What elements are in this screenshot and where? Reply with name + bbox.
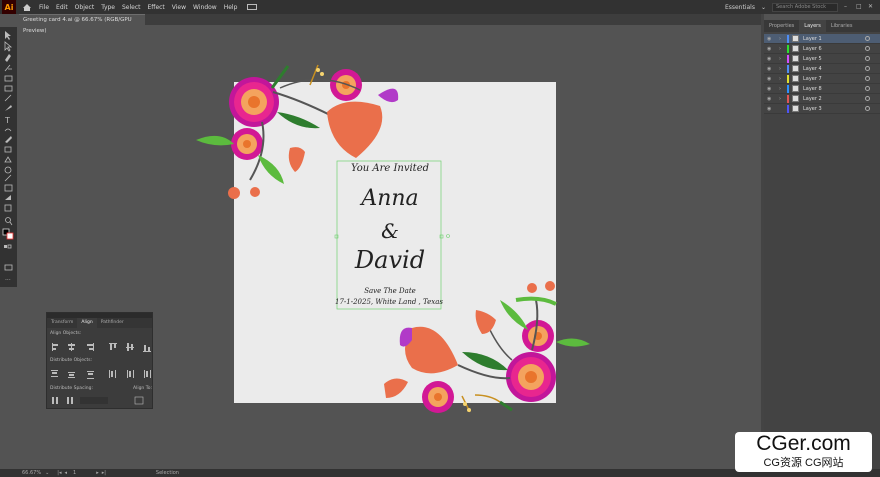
distribute-spacing-buttons[interactable] bbox=[47, 394, 154, 408]
layer-thumbnail bbox=[792, 105, 799, 112]
tab-libraries[interactable]: Libraries bbox=[826, 20, 858, 32]
target-circle-icon[interactable] bbox=[865, 56, 870, 61]
layer-name[interactable]: Layer 2 bbox=[803, 96, 865, 102]
watermark-title: CGer.com bbox=[756, 432, 851, 455]
layer-color-swatch bbox=[787, 84, 789, 93]
layer-color-swatch bbox=[787, 54, 789, 63]
align-objects-label: Align Objects: bbox=[50, 331, 82, 336]
ampersand[interactable]: & bbox=[340, 218, 440, 244]
align-panel-tabs: Transform Align Pathfinder bbox=[47, 318, 152, 328]
prev-page-icon[interactable]: ◂ bbox=[64, 470, 67, 476]
visibility-eye-icon[interactable]: ◉ bbox=[767, 76, 775, 82]
distribute-objects-buttons[interactable] bbox=[47, 366, 154, 382]
layer-thumbnail bbox=[792, 65, 799, 72]
align-panel: Transform Align Pathfinder Align Objects… bbox=[46, 312, 153, 409]
target-circle-icon[interactable] bbox=[865, 86, 870, 91]
visibility-eye-icon[interactable]: ◉ bbox=[767, 36, 775, 42]
layer-name[interactable]: Layer 5 bbox=[803, 56, 865, 62]
layer-color-swatch bbox=[787, 34, 789, 43]
visibility-eye-icon[interactable]: ◉ bbox=[767, 86, 775, 92]
watermark-badge: CGer.com CG资源 CG网站 bbox=[735, 432, 872, 472]
layer-thumbnail bbox=[792, 75, 799, 82]
layer-row[interactable]: ◉ › Layer 5 bbox=[764, 54, 880, 64]
layer-thumbnail bbox=[792, 45, 799, 52]
layer-color-swatch bbox=[787, 94, 789, 103]
page-number[interactable]: 1 bbox=[73, 470, 76, 476]
tab-layers[interactable]: Layers bbox=[799, 20, 826, 32]
first-page-icon[interactable]: |◂ bbox=[57, 470, 61, 476]
target-circle-icon[interactable] bbox=[865, 66, 870, 71]
target-circle-icon[interactable] bbox=[865, 96, 870, 101]
expand-chevron-icon[interactable]: › bbox=[779, 96, 785, 102]
watermark-subtitle: CG资源 CG网站 bbox=[763, 457, 844, 469]
target-circle-icon[interactable] bbox=[865, 76, 870, 81]
next-page-icon[interactable]: ▸ bbox=[96, 470, 99, 476]
flower-big-tl bbox=[229, 77, 279, 127]
target-circle-icon[interactable] bbox=[865, 106, 870, 111]
expand-chevron-icon[interactable]: › bbox=[779, 76, 785, 82]
target-circle-icon[interactable] bbox=[865, 46, 870, 51]
layer-row[interactable]: ◉ › Layer 8 bbox=[764, 84, 880, 94]
layer-name[interactable]: Layer 4 bbox=[803, 66, 865, 72]
align-to-label: Align To: bbox=[133, 386, 152, 391]
layer-name[interactable]: Layer 3 bbox=[803, 106, 865, 112]
visibility-eye-icon[interactable]: ◉ bbox=[767, 56, 775, 62]
tab-properties[interactable]: Properties bbox=[764, 20, 799, 32]
layer-thumbnail bbox=[792, 95, 799, 102]
distribute-spacing-label: Distribute Spacing: bbox=[50, 386, 94, 391]
target-circle-icon[interactable] bbox=[865, 36, 870, 41]
layer-color-swatch bbox=[787, 64, 789, 73]
layer-name[interactable]: Layer 7 bbox=[803, 76, 865, 82]
layer-row[interactable]: ◉ › Layer 6 bbox=[764, 44, 880, 54]
chevron-down-icon[interactable]: ⌄ bbox=[45, 470, 49, 476]
visibility-eye-icon[interactable]: ◉ bbox=[767, 46, 775, 52]
invite-heading[interactable]: You Are Invited bbox=[340, 162, 440, 175]
layer-thumbnail bbox=[792, 35, 799, 42]
distribute-objects-label: Distribute Objects: bbox=[50, 358, 93, 363]
layer-color-swatch bbox=[787, 104, 789, 113]
layer-color-swatch bbox=[787, 74, 789, 83]
layer-row[interactable]: ◉ › Layer 1 bbox=[764, 34, 880, 44]
layer-row[interactable]: ◉ › Layer 2 bbox=[764, 94, 880, 104]
visibility-eye-icon[interactable]: ◉ bbox=[767, 106, 775, 112]
expand-chevron-icon[interactable]: › bbox=[779, 36, 785, 42]
expand-chevron-icon[interactable]: › bbox=[779, 46, 785, 52]
layer-name[interactable]: Layer 1 bbox=[803, 36, 865, 42]
expand-chevron-icon[interactable]: › bbox=[779, 56, 785, 62]
save-the-date[interactable]: Save The Date bbox=[340, 286, 440, 296]
tab-transform[interactable]: Transform bbox=[47, 318, 77, 328]
visibility-eye-icon[interactable]: ◉ bbox=[767, 96, 775, 102]
name-david[interactable]: David bbox=[340, 245, 440, 275]
layer-name[interactable]: Layer 6 bbox=[803, 46, 865, 52]
last-page-icon[interactable]: ▸| bbox=[102, 470, 106, 476]
layer-row[interactable]: ◉ › Layer 4 bbox=[764, 64, 880, 74]
event-details[interactable]: 17-1-2025, White Land , Texas bbox=[334, 297, 444, 307]
expand-chevron-icon[interactable]: › bbox=[779, 66, 785, 72]
expand-chevron-icon[interactable]: › bbox=[779, 86, 785, 92]
panel-tabs: Properties Layers Libraries bbox=[764, 20, 880, 32]
tab-align[interactable]: Align bbox=[77, 318, 97, 328]
layers-panel: Properties Layers Libraries ◉ › Layer 1 … bbox=[764, 20, 880, 469]
name-anna[interactable]: Anna bbox=[340, 185, 440, 213]
layer-thumbnail bbox=[792, 85, 799, 92]
layer-thumbnail bbox=[792, 55, 799, 62]
layer-name[interactable]: Layer 8 bbox=[803, 86, 865, 92]
align-objects-buttons[interactable] bbox=[47, 339, 154, 355]
tab-pathfinder[interactable]: Pathfinder bbox=[97, 318, 128, 328]
layer-row[interactable]: ◉ › Layer 7 bbox=[764, 74, 880, 84]
current-tool: Selection bbox=[155, 470, 179, 476]
visibility-eye-icon[interactable]: ◉ bbox=[767, 66, 775, 72]
layer-color-swatch bbox=[787, 44, 789, 53]
zoom-level[interactable]: 66.67% bbox=[22, 470, 41, 476]
layer-row[interactable]: ◉ Layer 3 bbox=[764, 104, 880, 114]
